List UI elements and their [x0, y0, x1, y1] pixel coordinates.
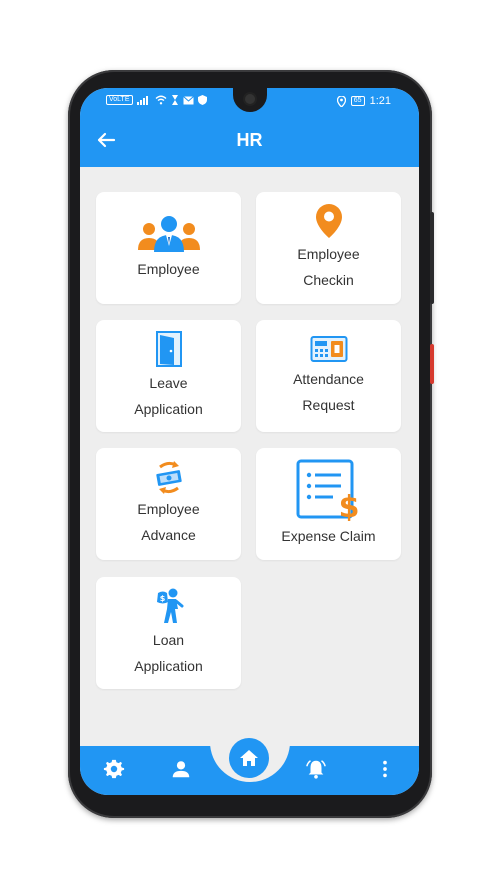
svg-text:$: $ [159, 594, 165, 603]
expense-list-icon: $ [296, 459, 359, 521]
tile-label-2: Application [134, 658, 203, 674]
location-icon [336, 95, 346, 107]
door-icon [155, 331, 182, 367]
tile-expense-claim[interactable]: $ Expense Claim [256, 448, 401, 560]
tile-label-2: Request [302, 397, 355, 413]
tile-employee-advance[interactable]: Employee Advance [96, 448, 241, 560]
tile-label: Expense Claim [281, 528, 376, 544]
tile-label: Loan [152, 632, 185, 648]
status-right: 65 1:21 [336, 95, 391, 107]
tile-leave-application[interactable]: Leave Application [96, 320, 241, 432]
more-vertical-icon[interactable] [374, 758, 396, 780]
tile-label-2: Application [134, 401, 203, 417]
status-bar: VoLTE 65 1:21 [80, 88, 419, 115]
tile-label: Attendance [293, 371, 364, 387]
page-title: HR [236, 130, 263, 150]
tile-attendance-request[interactable]: Attendance Request [256, 320, 401, 432]
svg-text:$: $ [338, 490, 359, 521]
tile-employee-checkin[interactable]: Employee Checkin [256, 192, 401, 304]
power-button [430, 344, 434, 384]
tile-label: Employee [137, 261, 200, 277]
tile-loan-application[interactable]: $ Loan Application [96, 577, 241, 689]
hourglass-icon [171, 95, 178, 105]
bell-icon[interactable] [305, 758, 327, 780]
battery-indicator: 65 [350, 96, 365, 106]
volte-badge: VoLTE [106, 95, 133, 105]
signal-icon [136, 96, 148, 105]
employee-group-icon [137, 216, 200, 252]
camera-notch [233, 88, 267, 112]
mail-icon [182, 95, 194, 104]
status-time: 1:21 [369, 95, 391, 107]
settings-icon[interactable] [103, 758, 125, 780]
phone-screen: VoLTE 65 1:21 HR Employee Employee Check… [80, 88, 419, 795]
tile-label: Employee [297, 246, 360, 262]
home-icon [240, 750, 258, 766]
tile-employee[interactable]: Employee [96, 192, 241, 304]
status-left: VoLTE [106, 95, 207, 105]
shield-icon [197, 95, 207, 105]
location-pin-icon [315, 204, 342, 238]
money-exchange-icon [155, 461, 182, 494]
tile-label: Leave [149, 375, 188, 391]
attendance-device-icon [310, 336, 347, 362]
volume-button [430, 212, 434, 304]
tile-label-2: Checkin [303, 272, 354, 288]
wifi-icon [155, 95, 166, 105]
user-icon[interactable] [170, 758, 192, 780]
loan-person-icon: $ [156, 588, 183, 623]
home-button[interactable] [229, 738, 269, 778]
tile-label-2: Advance [141, 527, 196, 543]
tile-label: Employee [137, 501, 200, 517]
app-bar: HR [80, 115, 419, 167]
